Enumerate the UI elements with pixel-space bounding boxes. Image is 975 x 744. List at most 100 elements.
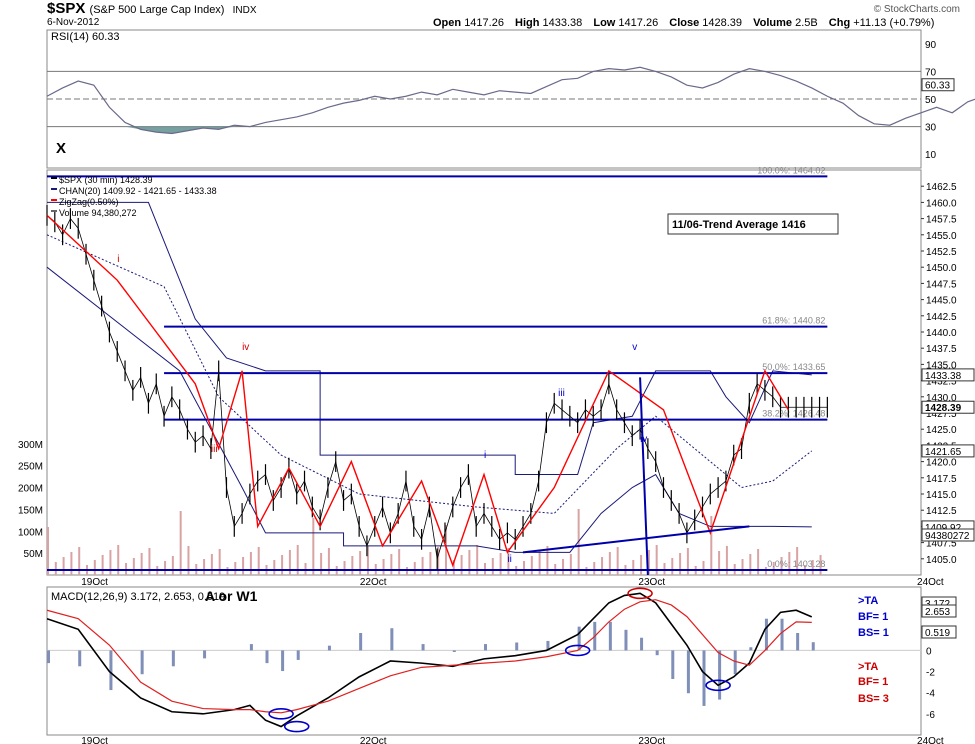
- volume-bar: [351, 556, 354, 575]
- wave-label: i: [117, 254, 119, 265]
- volume-bar: [148, 548, 151, 575]
- macd-histogram-bar: [171, 650, 175, 667]
- macd-histogram-bar: [390, 628, 394, 651]
- x-tick-label: 19Oct: [81, 577, 108, 588]
- volume-bar: [132, 558, 135, 575]
- volume-bar: [523, 561, 526, 575]
- volume-bar: [327, 548, 330, 575]
- wave-label: v: [632, 342, 637, 353]
- macd-histogram-bar: [796, 632, 800, 651]
- legend-entry: $SPX (30 min) 1428.39: [59, 175, 153, 185]
- macd-x-tick-label: 24Oct: [917, 736, 944, 744]
- x-tick-label: 23Oct: [638, 577, 665, 588]
- volume-bar: [218, 549, 221, 575]
- volume-bar: [499, 553, 502, 575]
- volume-bar: [47, 527, 49, 575]
- volume-bar: [413, 562, 416, 575]
- volume-bar: [398, 549, 401, 575]
- volume-bar: [562, 559, 565, 575]
- volume-bar: [569, 554, 572, 575]
- price-last-value-label: 94380272: [925, 531, 970, 542]
- wave-label: i: [484, 450, 486, 461]
- macd-histogram-bar: [484, 644, 487, 651]
- legend-entry: CHAN(20) 1409.92 - 1421.65 - 1433.38: [59, 186, 217, 196]
- price-tick-label: 1445.0: [926, 296, 957, 307]
- volume-bar: [718, 551, 721, 575]
- macd-histogram-bar: [749, 647, 753, 651]
- volume-bar: [593, 562, 596, 575]
- volume-bar: [179, 511, 182, 575]
- macd-tick-label: -6: [926, 710, 935, 721]
- volume-bar: [671, 558, 674, 575]
- macd-histogram-bar: [78, 650, 82, 667]
- volume-bar: [390, 554, 393, 575]
- macd-tick-label: -4: [926, 689, 935, 700]
- volume-bar: [273, 560, 276, 575]
- price-tick-label: 1455.0: [926, 231, 957, 242]
- wave-label-x: X: [56, 140, 66, 157]
- fib-level-label: 50.0%: 1433.65: [762, 362, 825, 372]
- macd-histogram-bar: [811, 642, 815, 651]
- fib-level-label: 100.0%: 1464.02: [757, 165, 825, 175]
- volume-bar: [62, 557, 65, 575]
- volume-bar: [601, 557, 604, 575]
- macd-annotation: BS= 3: [858, 693, 889, 705]
- volume-bar: [140, 553, 143, 575]
- volume-tick-label: 200M: [18, 484, 43, 495]
- wave-label: ii: [507, 554, 511, 565]
- macd-annotation: >TA: [858, 595, 878, 607]
- macd-histogram-bar: [421, 644, 425, 651]
- legend-entry: ZigZag(0.50%): [59, 197, 119, 207]
- volume-bar: [320, 553, 323, 575]
- price-tick-label: 1450.0: [926, 263, 957, 274]
- rsi-title: RSI(14) 60.33: [51, 31, 119, 43]
- volume-bar: [109, 550, 112, 575]
- price-tick-label: 1440.0: [926, 328, 957, 339]
- macd-histogram-bar: [47, 650, 50, 664]
- wave-label: iv: [242, 342, 249, 353]
- price-last-value-label: 1433.38: [925, 371, 962, 382]
- price-tick-label: 1462.5: [926, 182, 957, 193]
- legend-swatch: [51, 210, 57, 212]
- price-tick-label: 1447.5: [926, 279, 957, 290]
- volume-tick-label: 50M: [24, 549, 43, 560]
- price-last-value-label: 1421.65: [925, 447, 962, 458]
- volume-bar: [640, 555, 643, 575]
- macd-annotation: BF= 1: [858, 611, 888, 623]
- volume-bar: [679, 553, 682, 575]
- volume-bar: [281, 555, 284, 575]
- rsi-tick-label: 10: [925, 150, 937, 161]
- macd-annotation: BF= 1: [858, 676, 888, 688]
- macd-histogram-bar: [764, 618, 768, 651]
- price-tick-label: 1442.5: [926, 312, 957, 323]
- macd-histogram-bar: [780, 618, 784, 651]
- volume-bar: [538, 551, 541, 575]
- volume-bar: [171, 556, 174, 575]
- volume-bar: [343, 561, 346, 575]
- volume-bar: [585, 567, 588, 575]
- volume-bar: [70, 552, 73, 575]
- volume-bar: [226, 567, 229, 575]
- rsi-tick-label: 90: [925, 40, 937, 51]
- volume-bar: [460, 555, 463, 575]
- volume-bar: [203, 559, 206, 575]
- volume-bar: [491, 558, 494, 575]
- macd-title: MACD(12,26,9) 3.172, 2.653, 0.519: [51, 591, 225, 603]
- macd-last-value-label: 0.519: [925, 628, 950, 639]
- macd-histogram-bar: [249, 644, 253, 651]
- macd-histogram-bar: [608, 621, 612, 651]
- macd-histogram-bar: [327, 645, 331, 651]
- macd-histogram-bar: [655, 650, 659, 656]
- volume-bar: [249, 552, 252, 575]
- macd-histogram-bar: [718, 650, 722, 700]
- volume-bar: [530, 556, 533, 575]
- volume-bar: [749, 554, 752, 575]
- macd-tick-label: -2: [926, 668, 935, 679]
- volume-bar: [93, 560, 96, 575]
- volume-bar: [234, 562, 237, 575]
- x-tick-label: 22Oct: [360, 577, 387, 588]
- price-tick-label: 1425.0: [926, 425, 957, 436]
- price-tick-label: 1457.5: [926, 215, 957, 226]
- volume-bar: [632, 560, 635, 575]
- rsi-tick-label: 30: [925, 123, 937, 134]
